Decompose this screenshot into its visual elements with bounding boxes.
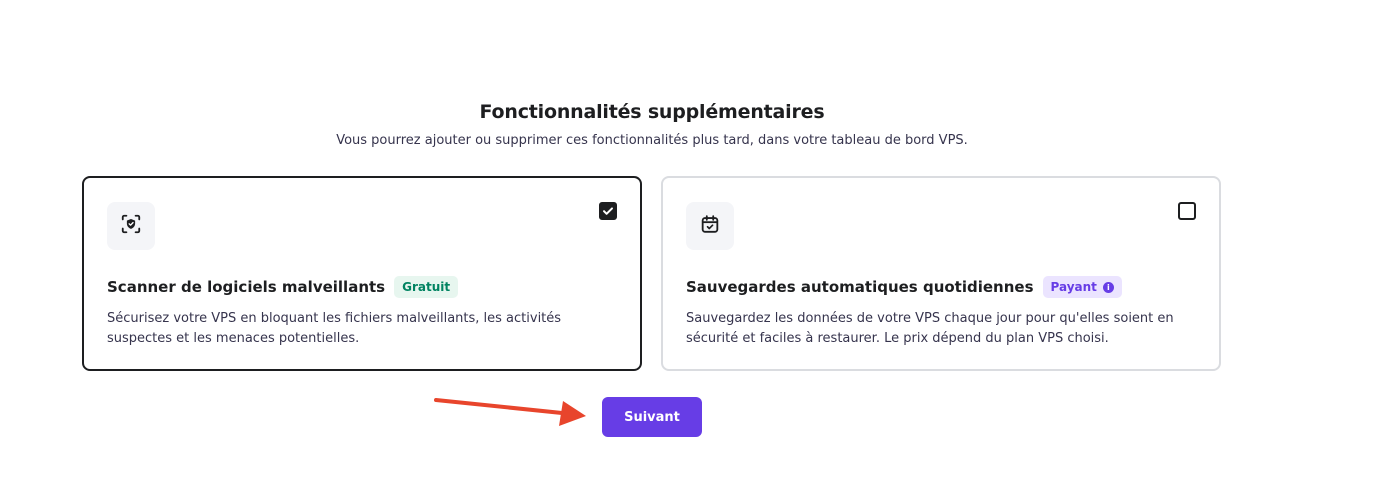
shield-scan-icon: [120, 213, 142, 239]
check-icon: [602, 202, 614, 221]
free-badge-label: Gratuit: [402, 280, 451, 294]
next-button[interactable]: Suivant: [602, 397, 702, 437]
malware-scanner-card[interactable]: Scanner de logiciels malveillants Gratui…: [82, 176, 642, 371]
malware-scanner-title: Scanner de logiciels malveillants: [107, 278, 386, 296]
paid-badge-label: Payant: [1050, 280, 1097, 294]
daily-backups-description: Sauvegardez les données de votre VPS cha…: [686, 311, 1174, 346]
malware-scanner-icon-box: [107, 202, 155, 250]
section-title: Fonctionnalités supplémentaires: [479, 101, 825, 123]
malware-scanner-checkbox[interactable]: [599, 202, 617, 220]
info-icon[interactable]: i: [1102, 281, 1114, 293]
paid-badge: Payant i: [1042, 276, 1122, 298]
daily-backups-title-row: Sauvegardes automatiques quotidiennes Pa…: [686, 276, 1122, 298]
section-subtitle: Vous pourrez ajouter ou supprimer ces fo…: [336, 133, 968, 148]
daily-backups-icon-box: [686, 202, 734, 250]
malware-scanner-description: Sécurisez votre VPS en bloquant les fich…: [107, 311, 562, 346]
calendar-check-icon: [699, 213, 721, 239]
malware-scanner-title-row: Scanner de logiciels malveillants Gratui…: [107, 276, 459, 298]
daily-backups-checkbox[interactable]: [1178, 202, 1196, 220]
free-badge: Gratuit: [394, 276, 459, 298]
daily-backups-card[interactable]: Sauvegardes automatiques quotidiennes Pa…: [661, 176, 1221, 371]
daily-backups-title: Sauvegardes automatiques quotidiennes: [686, 278, 1034, 296]
annotation-arrow-icon: [434, 392, 590, 436]
